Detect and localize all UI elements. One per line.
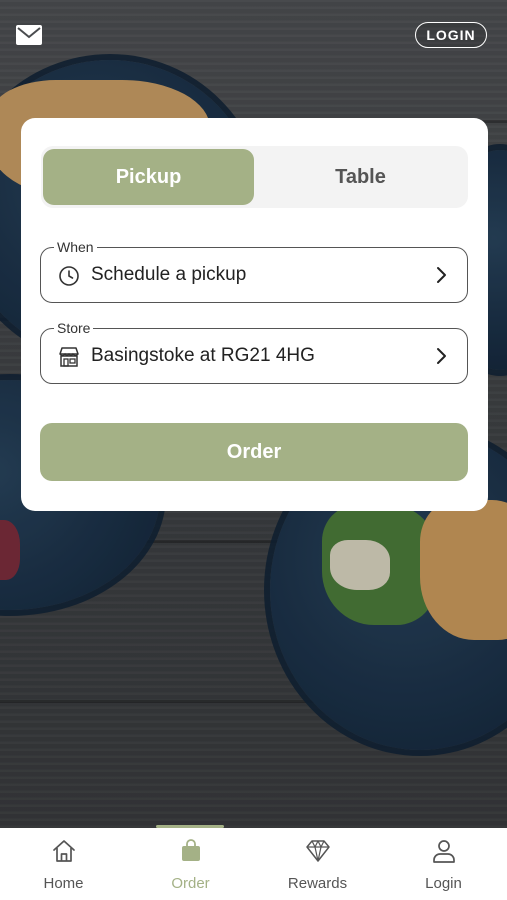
when-field[interactable]: When Schedule a pickup: [40, 238, 468, 303]
chevron-right-icon: [435, 346, 449, 366]
nav-home-label: Home: [43, 875, 84, 892]
store-field[interactable]: Store Basingstoke at RG21 4HG: [40, 319, 468, 384]
nav-login-label: Login: [425, 875, 462, 892]
when-field-value: Schedule a pickup: [91, 264, 247, 285]
home-icon: [52, 840, 75, 862]
shopping-bag-icon: [181, 839, 200, 861]
bottom-navigation: Home Order Rewards Login: [0, 825, 507, 900]
nav-home[interactable]: Home: [0, 828, 127, 900]
order-type-toggle: Pickup Table: [41, 146, 468, 208]
mail-icon[interactable]: [16, 25, 42, 45]
login-button[interactable]: LOGIN: [415, 22, 487, 48]
nav-rewards[interactable]: Rewards: [254, 828, 381, 900]
nav-order[interactable]: Order: [127, 828, 254, 900]
nav-rewards-label: Rewards: [287, 875, 348, 892]
order-card: Pickup Table When Schedule a pickup Stor…: [21, 118, 488, 511]
store-field-value: Basingstoke at RG21 4HG: [91, 345, 315, 366]
store-field-label: Store: [54, 319, 94, 337]
clock-icon: [57, 264, 81, 288]
order-button[interactable]: Order: [40, 423, 468, 481]
tab-table[interactable]: Table: [255, 149, 466, 205]
diamond-icon: [305, 840, 330, 862]
nav-order-label: Order: [171, 875, 210, 892]
chevron-right-icon: [435, 265, 449, 285]
nav-login[interactable]: Login: [380, 828, 507, 900]
user-icon: [432, 840, 455, 863]
store-icon: [57, 345, 81, 369]
tab-pickup[interactable]: Pickup: [43, 149, 254, 205]
